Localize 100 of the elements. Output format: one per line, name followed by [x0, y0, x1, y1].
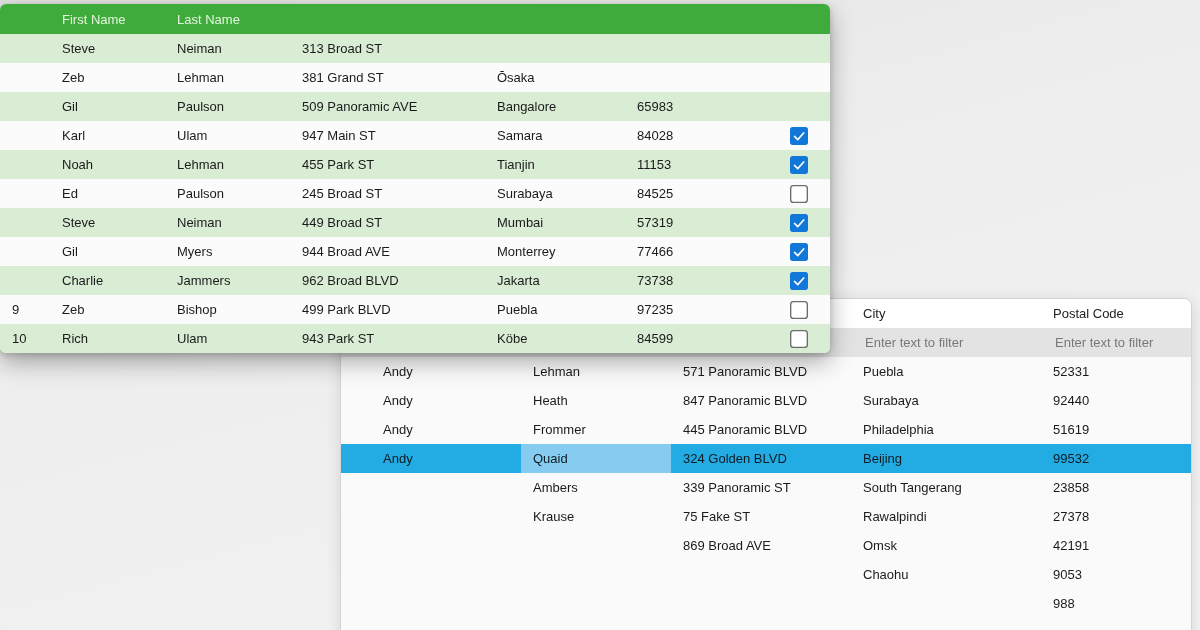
table-cell: South Tangerang — [863, 480, 962, 495]
table-cell: 962 Broad BLVD — [302, 273, 399, 288]
table-cell: Lehman — [177, 70, 224, 85]
table-cell: Jakarta — [497, 273, 540, 288]
table-cell: Köbe — [497, 331, 528, 346]
table-cell: Neiman — [177, 215, 222, 230]
table-cell: 455 Park ST — [302, 157, 375, 172]
table-row[interactable]: 988 — [341, 589, 1191, 618]
table-cell: 445 Panoramic BLVD — [683, 422, 808, 437]
table-cell: Steve — [62, 41, 96, 56]
table-cell: Krause — [533, 509, 575, 524]
checkbox[interactable] — [790, 184, 808, 203]
table-cell: Rawalpindi — [863, 509, 927, 524]
checkbox[interactable] — [790, 242, 808, 261]
table-cell: Bangalore — [497, 99, 557, 114]
table-cell: Samara — [497, 128, 543, 143]
table-cell: Surabaya — [863, 393, 919, 408]
table-cell: Paulson — [177, 186, 224, 201]
table-cell: Jammers — [177, 273, 231, 288]
table-cell: Philadelphia — [863, 422, 934, 437]
table-row[interactable]: 869 Broad AVE Omsk 42191 — [341, 531, 1191, 560]
table-row[interactable]: Krause 75 Fake ST Rawalpindi 27378 — [341, 502, 1191, 531]
table-cell: Omsk — [863, 538, 897, 553]
table-cell: Andy — [383, 393, 413, 408]
checkbox[interactable] — [790, 271, 808, 290]
table-cell: Bishop — [177, 302, 217, 317]
table-cell: 97235 — [637, 302, 674, 317]
table-cell: Mumbai — [497, 215, 544, 230]
table-cell: 847 Panoramic BLVD — [683, 393, 808, 408]
table-cell: 57319 — [637, 215, 674, 230]
table-cell: Ambers — [533, 480, 578, 495]
table-cell: Andy — [383, 451, 413, 466]
table-cell: Lehman — [177, 157, 224, 172]
table-cell: 27378 — [1053, 509, 1090, 524]
table-cell: Myers — [177, 244, 213, 259]
table-cell: Ed — [62, 186, 78, 201]
filter-field[interactable]: Enter text to filter — [865, 334, 993, 351]
table-cell: Ulam — [177, 128, 208, 143]
table-cell: 943 Park ST — [302, 331, 375, 346]
column-header[interactable]: Postal Code — [1053, 306, 1124, 321]
table-cell: Puebla — [863, 364, 904, 379]
table-cell: 42191 — [1053, 538, 1090, 553]
table-cell: 77466 — [637, 244, 674, 259]
table-cell: 509 Panoramic AVE — [302, 99, 418, 114]
checkbox[interactable] — [790, 213, 808, 232]
table-cell: Andy — [383, 364, 413, 379]
table-cell: 947 Main ST — [302, 128, 376, 143]
table-cell: 75 Fake ST — [683, 509, 751, 524]
table-cell: Monterrey — [497, 244, 556, 259]
table-cell: Surabaya — [497, 186, 553, 201]
table-cell: 51619 — [1053, 422, 1090, 437]
table-cell: Beijing — [863, 451, 903, 466]
table-cell: 11153 — [637, 157, 672, 172]
table-row[interactable]: Andy Heath 847 Panoramic BLVD Surabaya 92440 — [341, 386, 1191, 415]
table-cell: 449 Broad ST — [302, 215, 383, 230]
table-cell: Lehman — [533, 364, 580, 379]
table-cell: Quaid — [521, 444, 671, 473]
table-cell: 869 Broad AVE — [683, 538, 771, 553]
table-row[interactable]: Chaohu 9053 — [341, 560, 1191, 589]
table-cell: Puebla — [497, 302, 538, 317]
checkbox[interactable] — [790, 126, 808, 145]
table-cell: Zeb — [62, 302, 85, 317]
table-cell: 499 Park BLVD — [302, 302, 391, 317]
table-row[interactable]: Ambers 339 Panoramic ST South Tangerang 23858 — [341, 473, 1191, 502]
table-cell: 9053 — [1053, 567, 1082, 582]
table-cell: Zeb — [62, 70, 85, 85]
table-cell: 324 Golden BLVD — [683, 451, 787, 466]
table-cell: Paulson — [177, 99, 224, 114]
table-cell: Ōsaka — [497, 70, 535, 85]
table-cell: 92440 — [1053, 393, 1090, 408]
table-cell: 73738 — [637, 273, 674, 288]
table-cell: Karl — [62, 128, 86, 143]
table-cell: 84525 — [637, 186, 674, 201]
table-cell: 84599 — [637, 331, 674, 346]
table-row[interactable]: Andy Frommer 445 Panoramic BLVD Philadelphia 51619 — [341, 415, 1191, 444]
checkbox[interactable] — [790, 300, 808, 319]
table-cell: 65983 — [637, 99, 674, 114]
filter-field[interactable]: Enter text to filter — [1055, 334, 1183, 351]
table-cell: 944 Broad AVE — [302, 244, 390, 259]
table-cell: 571 Panoramic BLVD — [683, 364, 808, 379]
checkbox[interactable] — [790, 329, 808, 348]
table-cell: Neiman — [177, 41, 222, 56]
table-row[interactable]: Andy Lehman 571 Panoramic BLVD Puebla 52331 — [341, 357, 1191, 386]
table-cell: 84028 — [637, 128, 674, 143]
table-cell: 381 Grand ST — [302, 70, 384, 85]
table-cell: 245 Broad ST — [302, 186, 383, 201]
table-cell: Ulam — [177, 331, 208, 346]
table-cell: Gil — [62, 99, 78, 114]
table-cell: 988 — [1053, 596, 1075, 611]
table-cell: 23858 — [1053, 480, 1090, 495]
table-cell: Charlie — [62, 273, 104, 288]
checkbox[interactable] — [790, 155, 808, 174]
table-cell: Gil — [62, 244, 78, 259]
table-cell: Noah — [62, 157, 94, 172]
row-number: 10 — [12, 331, 27, 346]
table-row[interactable]: Andy Quaid 324 Golden BLVD Beijing 99532 — [341, 444, 1191, 473]
table-cell: 313 Broad ST — [302, 41, 383, 56]
table-cell: Tianjin — [497, 157, 535, 172]
column-header[interactable]: City — [863, 306, 886, 321]
row-number: 9 — [12, 302, 20, 317]
